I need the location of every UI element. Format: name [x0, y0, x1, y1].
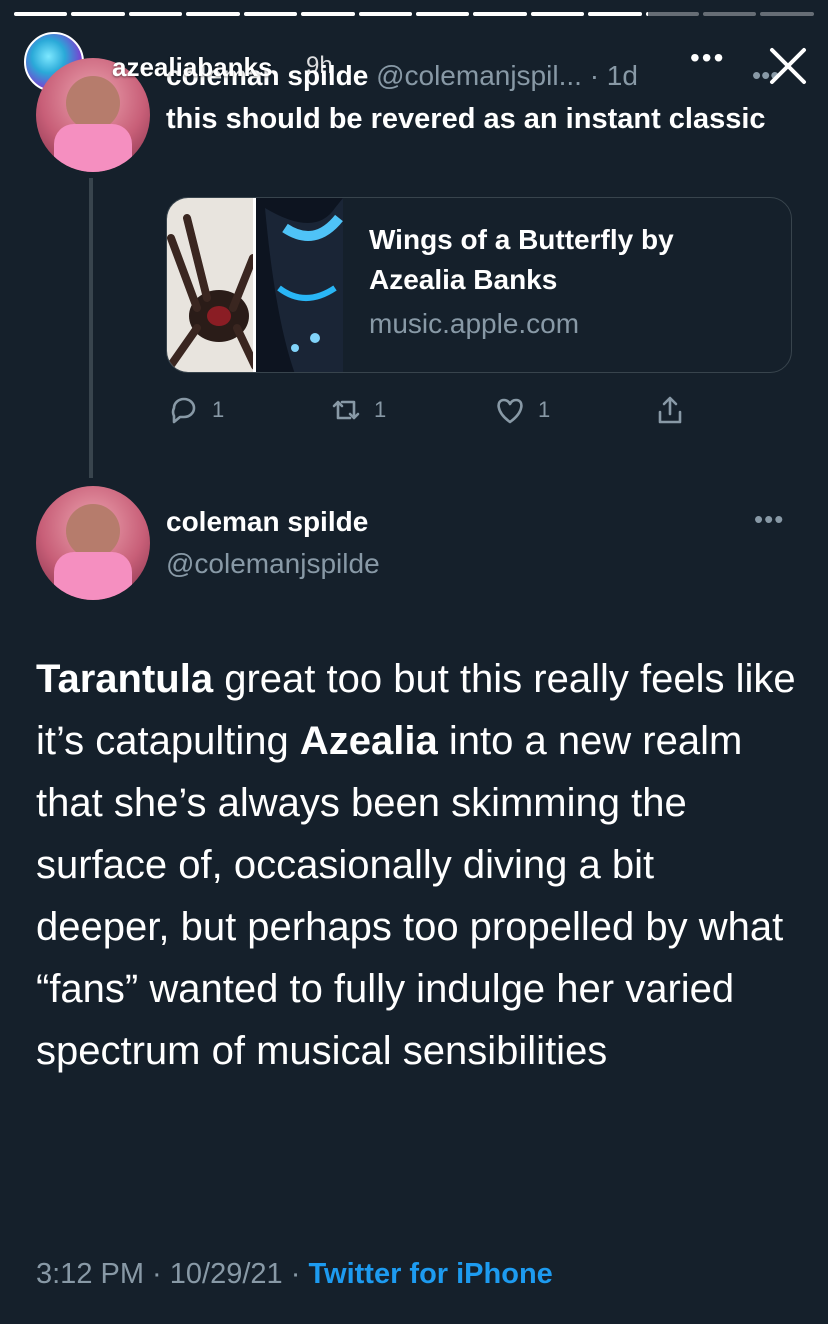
story-progress-segment [473, 12, 527, 16]
share-icon [658, 396, 682, 424]
story-progress-bar [14, 12, 814, 16]
tweet2-text-bold-3: Azealia [299, 719, 438, 763]
tweet2-handle[interactable]: @colemanjspilde [166, 548, 380, 580]
heart-icon [497, 398, 523, 424]
tweet2-text-bold-1: Tarantula [36, 657, 214, 701]
tweet2-date: 10/29/21 [169, 1258, 283, 1290]
story-progress-segment [588, 12, 642, 16]
tweet2-text-part-4: into a new realm that she’s always been … [36, 719, 784, 1073]
story-progress-segment [760, 12, 814, 16]
story-progress-segment [301, 12, 355, 16]
story-progress-segment [128, 12, 183, 16]
story-progress-segment [14, 12, 68, 16]
tweet2-avatar[interactable] [36, 486, 150, 600]
tweet1-time: · 1d [589, 60, 638, 91]
story-progress-segment [358, 12, 412, 16]
tweet2-source[interactable]: Twitter for iPhone [308, 1258, 552, 1290]
share-button[interactable] [652, 392, 688, 428]
story-progress-segment [645, 12, 700, 16]
close-icon[interactable] [766, 44, 810, 88]
tweet1-handle[interactable]: @colemanjspil... [376, 60, 582, 91]
meta-separator-2: · [282, 1258, 309, 1290]
story-progress-segment [530, 12, 585, 16]
retweet-count: 1 [374, 397, 387, 422]
story-timestamp: 9h [306, 52, 333, 79]
meta-separator-1: · [144, 1258, 170, 1290]
tweet2-name[interactable]: coleman spilde [166, 506, 368, 538]
story-progress-segment [186, 12, 240, 16]
story-more-icon[interactable]: ••• [690, 42, 725, 74]
retweet-button[interactable]: 1 [328, 392, 386, 428]
link-card[interactable]: Wings of a Butterfly by Azealia Banks mu… [166, 197, 792, 373]
story-progress-segment [243, 12, 298, 16]
card-thumbnail [167, 198, 343, 372]
tweet2-text: Tarantula great too but this really feel… [36, 648, 796, 1082]
tweet2-more-icon[interactable]: ••• [754, 504, 784, 535]
story-progress-segment [415, 12, 470, 16]
card-domain: music.apple.com [369, 308, 580, 339]
thread-line [89, 178, 93, 478]
story-progress-segment [703, 12, 757, 16]
story-username[interactable]: azealiabanks [112, 52, 272, 83]
reply-button[interactable]: 1 [166, 392, 224, 428]
tweet1-actions: 1 1 1 [166, 392, 696, 432]
story-progress-segment [71, 12, 125, 16]
retweet-icon [332, 400, 360, 420]
tweet1-text: this should be revered as an instant cla… [166, 103, 766, 135]
card-title: Wings of a Butterfly by Azealia Banks [369, 224, 674, 295]
like-button[interactable]: 1 [492, 392, 550, 428]
reply-count: 1 [212, 397, 225, 422]
tweet2-meta: 3:12 PM · 10/29/21 · Twitter for iPhone [36, 1258, 553, 1291]
tweet2-time: 3:12 PM [36, 1258, 144, 1290]
like-count: 1 [538, 397, 551, 422]
reply-icon [171, 397, 196, 424]
